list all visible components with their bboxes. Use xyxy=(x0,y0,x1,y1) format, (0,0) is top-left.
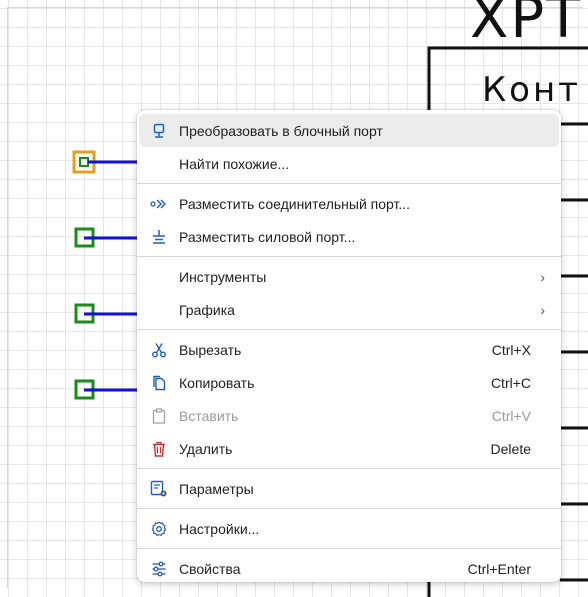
menu-item-convert-to-block-port[interactable]: Преобразовать в блочный порт xyxy=(139,114,559,147)
power-port-icon xyxy=(139,220,179,253)
menu-item-label: Удалить xyxy=(179,440,233,457)
trash-icon xyxy=(139,432,179,465)
menu-separator xyxy=(137,548,561,549)
menu-item-label: Инструменты xyxy=(179,268,267,285)
menu-item-label: Разместить силовой порт... xyxy=(179,228,356,245)
menu-item-properties[interactable]: Свойства Ctrl+Enter xyxy=(139,552,559,585)
menu-item-parameters[interactable]: Параметры xyxy=(139,472,559,505)
chevron-right-icon: › xyxy=(540,301,545,318)
menu-item-label: Вставить xyxy=(179,407,239,424)
menu-item-shortcut: Ctrl+X xyxy=(491,341,531,358)
menu-item-label: Настройки... xyxy=(179,520,260,537)
menu-item-shortcut: Delete xyxy=(490,440,531,457)
menu-separator xyxy=(137,329,561,330)
menu-item-copy[interactable]: Копировать Ctrl+C xyxy=(139,366,559,399)
menu-item-shortcut: Ctrl+C xyxy=(490,374,531,391)
menu-item-label: Разместить соединительный порт... xyxy=(179,195,411,212)
menu-item-place-connection-port[interactable]: Разместить соединительный порт... xyxy=(139,187,559,220)
block-subtitle: Конт xyxy=(482,70,581,110)
menu-item-label: Свойства xyxy=(179,560,241,577)
menu-item-delete[interactable]: Удалить Delete xyxy=(139,432,559,465)
menu-separator xyxy=(137,468,561,469)
menu-item-label: Найти похожие... xyxy=(179,155,290,172)
menu-item-cut[interactable]: Вырезать Ctrl+X xyxy=(139,333,559,366)
menu-item-settings[interactable]: Настройки... xyxy=(139,512,559,545)
menu-item-tools[interactable]: Инструменты › xyxy=(139,260,559,293)
scissors-icon xyxy=(139,333,179,366)
menu-item-place-power-port[interactable]: Разместить силовой порт... xyxy=(139,220,559,253)
menu-item-label: Вырезать xyxy=(179,341,242,358)
copy-icon xyxy=(139,366,179,399)
menu-item-label: Параметры xyxy=(179,480,254,497)
context-menu: Преобразовать в блочный порт Найти похож… xyxy=(137,110,561,582)
menu-item-find-similar[interactable]: Найти похожие... xyxy=(139,147,559,180)
connection-port-icon xyxy=(139,187,179,220)
gear-icon xyxy=(139,512,179,545)
menu-item-label: Копировать xyxy=(179,374,255,391)
port-3[interactable] xyxy=(74,303,140,324)
menu-item-shortcut: Ctrl+Enter xyxy=(467,560,531,577)
parameters-icon xyxy=(139,472,179,505)
menu-item-paste[interactable]: Вставить Ctrl+V xyxy=(139,399,559,432)
menu-separator xyxy=(137,256,561,257)
port-2[interactable] xyxy=(74,227,140,248)
menu-item-label: Преобразовать в блочный порт xyxy=(179,122,383,139)
menu-separator xyxy=(137,508,561,509)
chevron-right-icon: › xyxy=(540,268,545,285)
sliders-icon xyxy=(139,552,179,585)
port-1[interactable] xyxy=(72,150,140,174)
block-title: ХРТ xyxy=(470,0,583,51)
port-4[interactable] xyxy=(74,379,140,400)
menu-separator xyxy=(137,183,561,184)
menu-item-graphics[interactable]: Графика › xyxy=(139,293,559,326)
clipboard-icon xyxy=(139,399,179,432)
menu-item-label: Графика xyxy=(179,301,235,318)
block-port-icon xyxy=(139,114,179,147)
menu-item-shortcut: Ctrl+V xyxy=(491,407,531,424)
